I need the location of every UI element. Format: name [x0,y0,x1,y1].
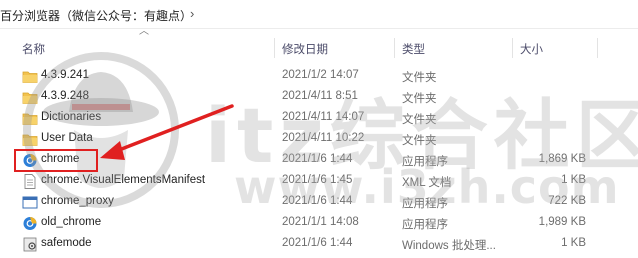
breadcrumb: 百分浏览器（微信公众号：有趣点） › [0,0,638,29]
file-modified-date: 2021/4/11 10:22 [282,132,365,144]
file-row[interactable]: chrome.VisualElementsManifest 2021/1/6 1:… [0,171,638,192]
file-type: 文件夹 [402,135,437,147]
app-icon [22,216,38,231]
file-name: safemode [41,237,92,249]
file-row[interactable]: 4.3.9.241 2021/1/2 14:07 文件夹 [0,66,638,87]
file-row[interactable]: safemode 2021/1/6 1:44 Windows 批处理... 1 KB [0,234,638,255]
file-size: 1,869 KB [538,153,586,165]
file-type: 文件夹 [402,72,437,84]
column-header-name[interactable]: 名称 [22,41,45,57]
file-type: 文件夹 [402,114,437,126]
file-modified-date: 2021/1/1 14:08 [282,216,359,228]
file-name: chrome.VisualElementsManifest [41,174,206,186]
file-modified-date: 2021/4/11 8:51 [282,90,358,102]
file-name: User Data [41,132,93,144]
file-row[interactable]: 4.3.9.248 2021/4/11 8:51 文件夹 [0,87,638,108]
file-name: 4.3.9.241 [41,69,89,81]
column-header-type[interactable]: 类型 [402,41,425,57]
breadcrumb-current-folder[interactable]: 百分浏览器（微信公众号：有趣点） [0,7,192,24]
column-header-row: 名称 修改日期 类型 大小 [0,36,638,60]
file-size: 1 KB [561,174,586,186]
file-row[interactable]: Dictionaries 2021/4/11 14:07 文件夹 [0,108,638,129]
column-divider[interactable] [597,38,598,58]
file-row[interactable]: chrome_proxy 2021/1/6 1:44 应用程序 722 KB [0,192,638,213]
file-type: Windows 批处理... [402,240,496,252]
file-modified-date: 2021/1/6 1:45 [282,174,353,186]
file-modified-date: 2021/1/6 1:44 [282,153,353,165]
file-modified-date: 2021/4/11 14:07 [282,111,365,123]
column-header-date[interactable]: 修改日期 [282,41,328,57]
window-app-icon [22,195,38,210]
file-type: 应用程序 [402,219,448,231]
file-name: chrome_proxy [41,195,114,207]
file-type: XML 文档 [402,177,452,189]
file-modified-date: 2021/1/6 1:44 [282,195,353,207]
file-size: 1,989 KB [538,216,586,228]
file-row[interactable]: User Data 2021/4/11 10:22 文件夹 [0,129,638,150]
file-type: 应用程序 [402,198,448,210]
file-name: 4.3.9.248 [41,90,89,102]
highlight-box [14,149,98,172]
file-type: 应用程序 [402,156,448,168]
folder-icon [22,69,38,84]
folder-icon [22,111,38,126]
chevron-right-icon[interactable]: › [190,6,194,21]
column-divider[interactable] [274,38,275,58]
file-size: 722 KB [548,195,586,207]
column-divider[interactable] [394,38,395,58]
batch-file-icon [22,237,38,252]
file-modified-date: 2021/1/6 1:44 [282,237,353,249]
column-divider[interactable] [512,38,513,58]
file-type: 文件夹 [402,93,437,105]
file-row[interactable]: old_chrome 2021/1/1 14:08 应用程序 1,989 KB [0,213,638,234]
file-size: 1 KB [561,237,586,249]
file-name: old_chrome [41,216,102,228]
folder-icon [22,132,38,147]
document-icon [22,174,38,189]
folder-icon [22,90,38,105]
file-modified-date: 2021/1/2 14:07 [282,69,359,81]
file-name: Dictionaries [41,111,102,123]
column-header-size[interactable]: 大小 [520,41,543,57]
